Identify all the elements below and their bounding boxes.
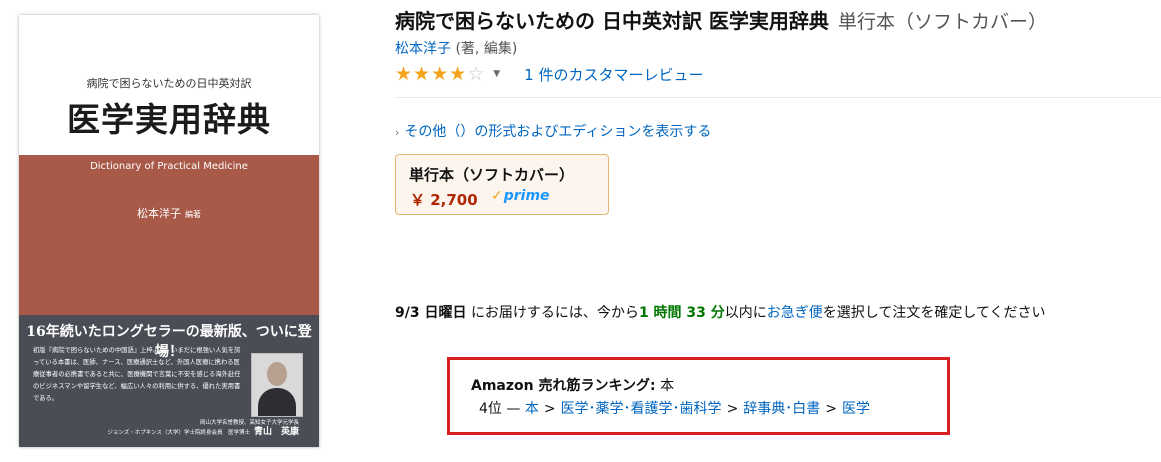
ranking-crumb-medicine[interactable]: 医学 bbox=[842, 401, 870, 417]
cover-author-name: 松本洋子 bbox=[137, 207, 181, 220]
ranking-separator: > bbox=[825, 401, 838, 417]
prime-badge: ✓prime bbox=[491, 188, 550, 204]
other-formats-link[interactable]: › その他（）の形式およびエディションを表示する bbox=[395, 121, 711, 141]
other-formats-label: その他（）の形式およびエディションを表示する bbox=[404, 124, 712, 140]
star-full-icon: ★ bbox=[449, 62, 467, 85]
chevron-right-icon: › bbox=[395, 126, 400, 139]
star-empty-icon: ☆ bbox=[467, 62, 485, 85]
ranking-dash: — bbox=[506, 401, 521, 417]
delivery-text-1: にお届けするには、今から bbox=[470, 305, 639, 321]
format-option-selected[interactable]: 単行本（ソフトカバー） ￥ 2,700 ✓prime bbox=[395, 154, 609, 215]
cover-pre-title: 病院で困らないための日中英対訳 bbox=[86, 77, 252, 90]
ranking-separator: > bbox=[543, 401, 556, 417]
delivery-text-2: 以内に bbox=[724, 305, 767, 321]
ranking-breadcrumb: 4位 — 本 > 医学･薬学･看護学･歯科学 > 辞事典･白書 > 医学 bbox=[479, 398, 870, 418]
book-cover-image[interactable]: 病院で困らないための日中英対訳 医学実用辞典 Dictionary of Pra… bbox=[19, 15, 319, 447]
delivery-text-3: を選択して注文を確定してください bbox=[822, 305, 1046, 321]
star-full-icon: ★ bbox=[395, 62, 413, 85]
star-full-icon: ★ bbox=[431, 62, 449, 85]
prime-label: prime bbox=[503, 188, 550, 204]
product-title-row: 病院で困らないための 日中英対訳 医学実用辞典 単行本（ソフトカバー） bbox=[395, 5, 1155, 34]
portrait-suit bbox=[258, 388, 296, 416]
ranking-label: Amazon 売れ筋ランキング: bbox=[471, 378, 656, 394]
cover-endorsement: 岡山大学名誉教授、高知女子大学元学長 ジョンズ・ホプキンス（大学）学士院終身会員… bbox=[99, 419, 299, 438]
divider bbox=[395, 97, 1161, 98]
ranking-position: 4位 bbox=[479, 401, 502, 417]
ranking-separator: > bbox=[726, 401, 739, 417]
ranking-crumb-medical-sciences[interactable]: 医学･薬学･看護学･歯科学 bbox=[561, 401, 722, 417]
star-full-icon: ★ bbox=[413, 62, 431, 85]
delivery-countdown: 1 時間 33 分 bbox=[638, 305, 725, 321]
ranking-crumb-dictionaries[interactable]: 辞事典･白書 bbox=[743, 401, 820, 417]
cover-author-role: 編著 bbox=[185, 210, 201, 219]
ranking-crumb-books[interactable]: 本 bbox=[525, 401, 539, 417]
star-rating[interactable]: ★★★★☆ bbox=[395, 62, 485, 85]
cover-main-title: 医学実用辞典 bbox=[67, 100, 271, 139]
product-title: 病院で困らないための 日中英対訳 医学実用辞典 bbox=[395, 9, 829, 33]
author-link[interactable]: 松本洋子 bbox=[395, 41, 451, 57]
ranking-category: 本 bbox=[660, 378, 675, 394]
chevron-down-icon[interactable]: ▼ bbox=[493, 69, 500, 79]
ranking-header: Amazon 売れ筋ランキング: 本 bbox=[471, 375, 674, 395]
product-format: 単行本（ソフトカバー） bbox=[838, 11, 1048, 33]
author-role: (著, 編集) bbox=[455, 41, 518, 57]
prime-check-icon: ✓ bbox=[491, 188, 503, 204]
customer-reviews-link[interactable]: 1 件のカスタマーレビュー bbox=[524, 64, 703, 85]
cover-blurb: 初版『病院で困らないための中国語』上梓より、いまだに根強い人気を誇っている本書は… bbox=[33, 347, 241, 402]
cover-middle-panel bbox=[19, 155, 319, 315]
delivery-date: 9/3 日曜日 bbox=[395, 305, 467, 321]
endorsement-line-2: ジョンズ・ホプキンス（大学）学士院終身会員 医学博士 bbox=[107, 430, 250, 436]
portrait-head bbox=[267, 362, 287, 386]
express-shipping-link[interactable]: お急ぎ便 bbox=[767, 305, 823, 321]
delivery-message: 9/3 日曜日 にお届けするには、今から1 時間 33 分以内にお急ぎ便を選択し… bbox=[395, 302, 1046, 322]
cover-english-title: Dictionary of Practical Medicine bbox=[90, 161, 248, 172]
cover-author: 松本洋子 編著 bbox=[19, 205, 319, 221]
endorsement-name: 青山 英康 bbox=[253, 427, 299, 437]
cover-portrait-photo bbox=[251, 353, 303, 417]
format-option-name: 単行本（ソフトカバー） bbox=[409, 166, 575, 184]
author-byline: 松本洋子 (著, 編集) bbox=[395, 38, 517, 58]
rating-row: ★★★★☆ ▼ 1 件のカスタマーレビュー bbox=[395, 63, 703, 85]
format-option-price: ￥ 2,700 bbox=[410, 191, 478, 209]
bestseller-ranking-box: Amazon 売れ筋ランキング: 本 4位 — 本 > 医学･薬学･看護学･歯科学 >… bbox=[447, 357, 950, 435]
